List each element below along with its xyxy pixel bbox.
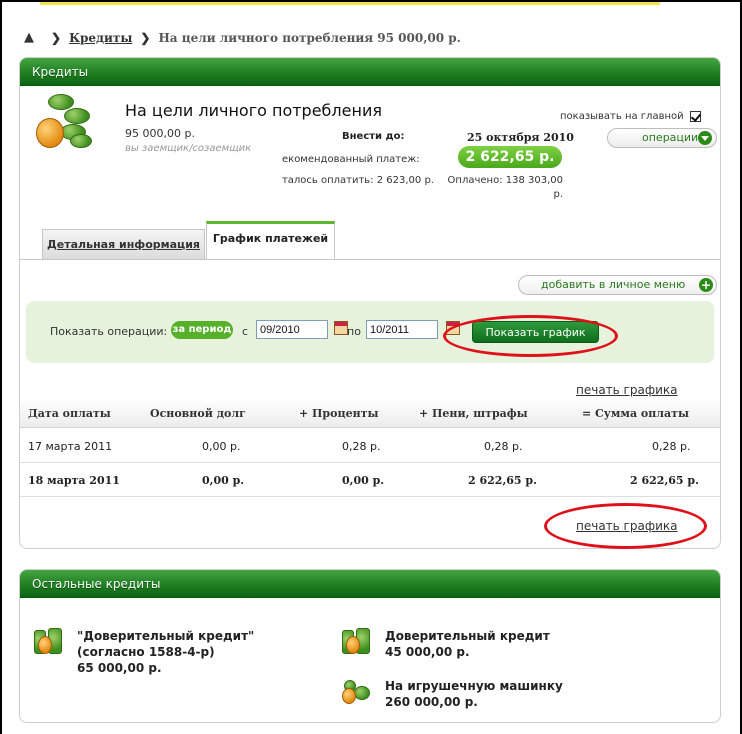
period-toggle[interactable]: за период (171, 321, 233, 339)
to-label: по (347, 325, 361, 338)
window-border-left (0, 0, 2, 734)
tab-details[interactable]: Детальная информация (42, 229, 205, 259)
row-total: 2 622,65 р. (630, 474, 699, 487)
breadcrumb: ▲ ❯ Кредиты ❯ На цели личного потреблени… (24, 30, 461, 45)
remaining-amount: талось оплатить: 2 623,00 р. (281, 175, 434, 186)
breadcrumb-separator-icon: ❯ (140, 30, 151, 45)
operations-label: операции (642, 131, 699, 144)
due-label: Внести до: (342, 131, 405, 142)
coins-icon (32, 628, 64, 656)
add-to-personal-menu-label: добавить в личное меню (541, 278, 686, 291)
row-principal: 0,00 р. (202, 474, 245, 487)
loan-role: вы заемщик/созаемщик (125, 143, 252, 154)
other-loans-panel: Остальные кредиты "Доверительный кредит"… (19, 569, 721, 723)
highlight-ellipse (443, 315, 618, 357)
row-total: 0,28 р. (652, 440, 691, 453)
row-principal: 0,00 р. (202, 440, 241, 453)
row-interest: 0,28 р. (342, 440, 381, 453)
top-accent-strip (40, 2, 660, 5)
home-icon[interactable]: ▲ (24, 30, 34, 45)
chevron-down-icon (698, 131, 712, 145)
other-loan-amount: 65 000,00 р. (77, 661, 162, 675)
other-loan-amount: 45 000,00 р. (385, 645, 470, 659)
show-operations-label: Показать операции: (50, 325, 168, 338)
loan-title: На цели личного потребления (125, 101, 382, 120)
coins-icon (340, 628, 372, 656)
other-loan-name[interactable]: На игрушечную машинку (385, 679, 563, 693)
from-date-input[interactable] (256, 320, 328, 339)
from-label: с (242, 325, 249, 338)
loan-panel-title: Кредиты (32, 65, 89, 79)
add-to-personal-menu-button[interactable]: добавить в личное меню + (518, 275, 717, 295)
table-row: 18 марта 2011 0,00 р. 0,00 р. 2 622,65 р… (20, 463, 720, 497)
other-loan-item[interactable]: Доверительный кредит 45 000,00 р. (385, 628, 625, 660)
show-on-main-toggle[interactable]: показывать на главной (560, 111, 701, 122)
loan-panel-header: Кредиты (20, 58, 720, 86)
other-loans-title: Остальные кредиты (32, 577, 161, 591)
breadcrumb-separator-icon: ❯ (51, 30, 62, 45)
coins-icon (34, 94, 92, 156)
col-date: Дата оплаты (28, 407, 111, 420)
show-on-main-label: показывать на главной (560, 111, 684, 122)
due-date: 25 октября 2010 (467, 131, 574, 144)
row-interest: 0,00 р. (342, 474, 385, 487)
row-date: 18 марта 2011 (28, 474, 120, 487)
col-interest: + Проценты (299, 407, 379, 420)
show-on-main-checkbox[interactable] (689, 111, 701, 122)
print-schedule-link-top[interactable]: печать графика (576, 383, 677, 397)
other-loan-name[interactable]: "Доверительный кредит" (согласно 1588-4-… (77, 629, 254, 659)
highlight-ellipse (544, 503, 707, 549)
other-loan-amount: 260 000,00 р. (385, 695, 478, 709)
col-total: = Сумма оплаты (582, 407, 690, 420)
col-fines: + Пени, штрафы (419, 407, 528, 420)
breadcrumb-current: На цели личного потребления 95 000,00 р. (158, 30, 461, 45)
loan-panel: Кредиты На цели личного потребления 95 0… (19, 57, 721, 549)
other-loan-item[interactable]: На игрушечную машинку 260 000,00 р. (385, 678, 625, 710)
calendar-icon[interactable] (334, 321, 348, 335)
table-header: Дата оплаты Основной долг + Проценты + П… (20, 399, 720, 428)
row-date: 17 марта 2011 (28, 440, 113, 453)
other-loan-name[interactable]: Доверительный кредит (385, 629, 550, 643)
tab-divider (20, 259, 720, 260)
row-fines: 0,28 р. (484, 440, 523, 453)
loan-amount: 95 000,00 р. (125, 127, 195, 140)
tab-payment-schedule[interactable]: График платежей (206, 221, 335, 260)
breadcrumb-link-credits[interactable]: Кредиты (69, 31, 132, 45)
paid-amount: Оплачено: 138 303,00 р. (447, 175, 563, 200)
recommended-payment-label: екомендованный платеж: (282, 154, 420, 165)
coins-icon (340, 676, 372, 704)
other-loan-item[interactable]: "Доверительный кредит" (согласно 1588-4-… (77, 628, 277, 676)
to-date-input[interactable] (366, 320, 438, 339)
plus-icon: + (699, 278, 713, 292)
recommended-payment-badge: 2 622,65 р. (458, 146, 562, 168)
operations-dropdown[interactable]: операции (607, 128, 717, 148)
col-principal: Основной долг (150, 407, 246, 420)
row-fines: 2 622,65 р. (468, 474, 537, 487)
table-row: 17 марта 2011 0,00 р. 0,28 р. 0,28 р. 0,… (20, 429, 720, 463)
other-loans-header: Остальные кредиты (20, 570, 720, 598)
